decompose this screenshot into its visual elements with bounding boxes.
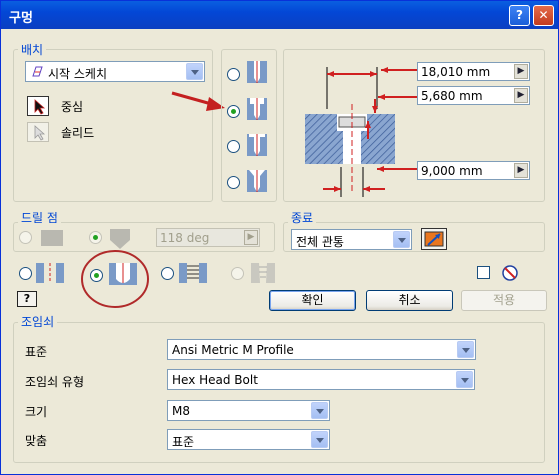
no-entry-icon	[502, 265, 518, 281]
center-select-button[interactable]	[27, 96, 49, 116]
center-label: 중심	[61, 100, 84, 114]
plain-hole-icon[interactable]	[34, 261, 66, 285]
flat-drill-point-icon[interactable]	[38, 227, 66, 249]
dimension-3-field[interactable]: 9,000 mm ▶	[417, 161, 530, 180]
chevron-right-icon[interactable]: ▶	[514, 88, 528, 103]
cursor-arrow-icon	[34, 99, 46, 115]
fit-label: 맞춤	[25, 434, 48, 448]
placement-group-label: 배치	[18, 41, 47, 58]
help-button[interactable]: ?	[509, 5, 530, 26]
fastener-type-label: 조임쇠 유형	[25, 375, 85, 389]
taper-tapped-hole-icon[interactable]	[247, 261, 279, 285]
termination-combo-value: 전체 관통	[296, 235, 344, 249]
window-title: 구멍	[9, 11, 33, 26]
dimension-2-field[interactable]: 5,680 mm ▶	[417, 86, 530, 105]
counterbore-hole-icon[interactable]	[245, 96, 269, 122]
spotface-hole-icon[interactable]	[245, 132, 269, 158]
drilled-hole-icon[interactable]	[245, 59, 269, 85]
size-value: M8	[172, 404, 190, 418]
size-combo[interactable]: M8	[167, 400, 330, 421]
fastener-group-label: 조임쇠	[18, 313, 58, 330]
drill-point-flat-radio[interactable]	[19, 231, 32, 244]
sketch-icon	[32, 66, 43, 77]
standard-combo[interactable]: Ansi Metric M Profile	[167, 339, 476, 360]
dimension-leaders-icon	[377, 67, 419, 172]
tapped-hole-icon[interactable]	[177, 261, 209, 285]
ok-button[interactable]: 확인	[269, 290, 356, 311]
annotation-circle-icon	[81, 250, 149, 308]
drill-point-angle-radio[interactable]	[89, 231, 102, 244]
fit-value: 표준	[172, 435, 195, 449]
chevron-right-icon[interactable]: ▶	[514, 163, 528, 178]
apply-button[interactable]: 적용	[461, 290, 547, 311]
fastener-type-combo[interactable]: Hex Head Bolt	[167, 369, 475, 390]
chevron-down-icon[interactable]	[186, 63, 203, 80]
thread-type-tapped-radio[interactable]	[161, 267, 174, 280]
drill-point-group-label: 드릴 점	[18, 209, 61, 226]
help-question-button[interactable]: ?	[17, 291, 37, 307]
dimension-1-value: 18,010 mm	[421, 65, 491, 79]
dimension-3-value: 9,000 mm	[421, 164, 483, 178]
countersink-hole-icon[interactable]	[245, 168, 269, 194]
chevron-down-icon[interactable]	[311, 431, 328, 448]
fit-combo[interactable]: 표준	[167, 429, 330, 450]
hole-type-countersink-radio[interactable]	[227, 176, 240, 189]
flip-direction-button[interactable]	[421, 228, 447, 250]
annotation-arrow-icon	[171, 91, 225, 111]
cancel-button[interactable]: 취소	[366, 290, 453, 311]
solid-select-button[interactable]	[27, 122, 49, 142]
hole-type-drilled-radio[interactable]	[227, 68, 240, 81]
fastener-type-value: Hex Head Bolt	[172, 373, 258, 387]
drill-angle-value: 118 deg	[160, 231, 210, 245]
chevron-down-icon[interactable]	[457, 341, 474, 358]
termination-group-label: 종료	[288, 209, 317, 226]
standard-label: 표준	[25, 345, 48, 359]
drill-angle-field[interactable]: 118 deg ▶	[156, 228, 260, 247]
chevron-right-icon[interactable]: ▶	[514, 64, 528, 79]
hole-type-spotface-radio[interactable]	[227, 140, 240, 153]
thread-type-none-radio[interactable]	[19, 267, 32, 280]
chevron-down-icon[interactable]	[456, 371, 473, 388]
title-bar[interactable]: 구멍 ? ✕	[1, 1, 558, 29]
close-button[interactable]: ✕	[533, 5, 554, 26]
solid-label: 솔리드	[61, 126, 95, 140]
hole-type-counterbore-radio[interactable]	[227, 105, 240, 118]
chevron-right-icon[interactable]: ▶	[244, 230, 258, 245]
dimension-2-value: 5,680 mm	[421, 89, 483, 103]
standard-value: Ansi Metric M Profile	[172, 343, 294, 357]
termination-combo[interactable]: 전체 관통	[291, 229, 412, 250]
hole-dialog: 구멍 ? ✕ 배치 시작 스케치 중심 솔리드 18,010 mm ▶ 5,68…	[0, 0, 559, 475]
chevron-down-icon[interactable]	[311, 402, 328, 419]
option-checkbox[interactable]	[477, 266, 490, 279]
flip-icon	[424, 231, 444, 247]
sketch-combo-value: 시작 스케치	[48, 67, 108, 81]
sketch-combo[interactable]: 시작 스케치	[25, 61, 205, 82]
dimension-1-field[interactable]: 18,010 mm ▶	[417, 62, 530, 81]
thread-type-taper-radio[interactable]	[231, 267, 244, 280]
size-label: 크기	[25, 405, 48, 419]
chevron-down-icon[interactable]	[393, 231, 410, 248]
cursor-arrow-icon	[34, 125, 46, 141]
